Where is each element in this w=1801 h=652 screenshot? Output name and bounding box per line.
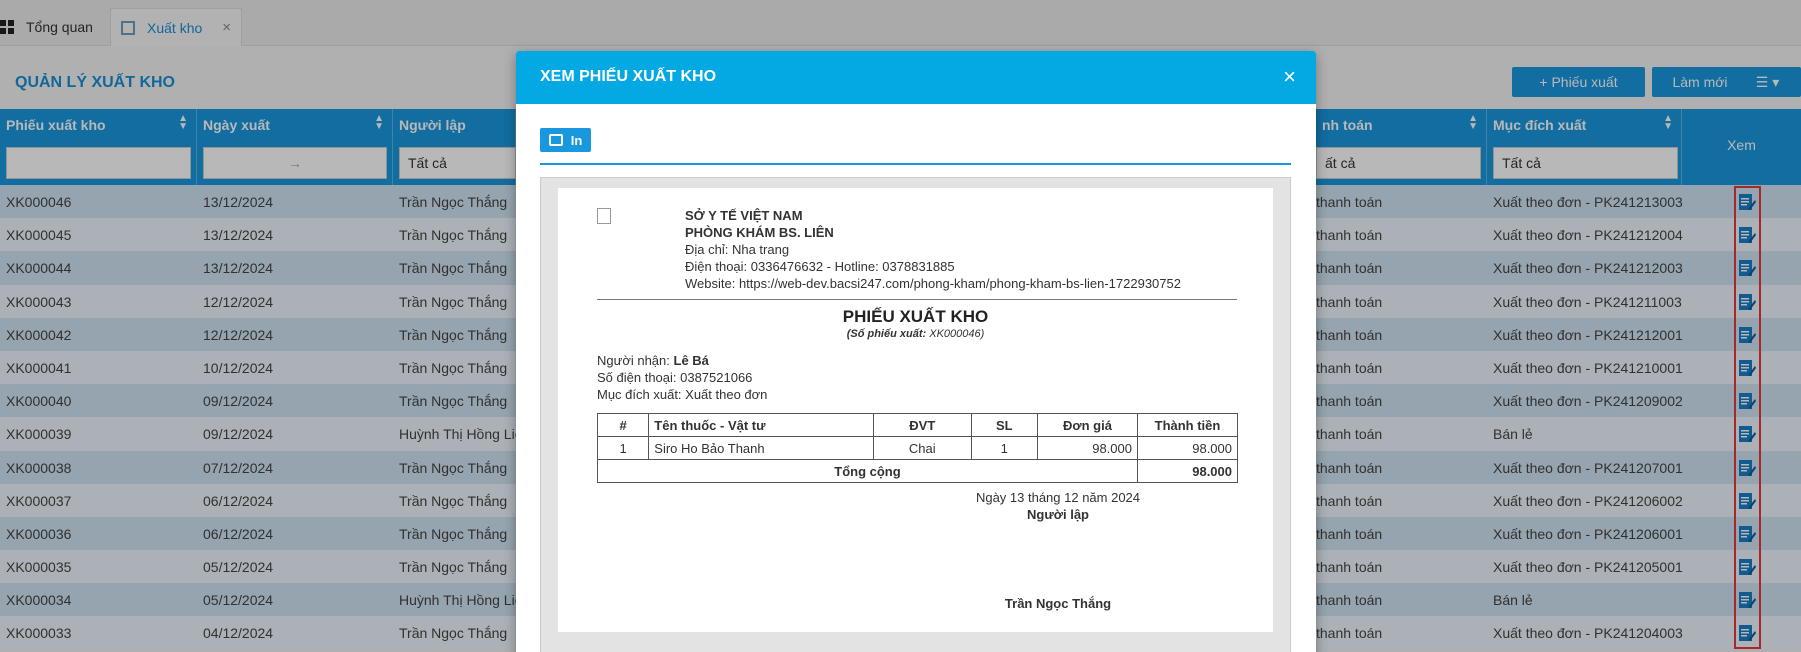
th-index: # [596, 413, 650, 437]
slip-number-value: XK000046) [929, 328, 985, 340]
clinic-logo [597, 208, 611, 224]
clinic-name: PHÒNG KHÁM BS. LIÊN [685, 225, 834, 240]
divider [540, 163, 1291, 165]
items-header-row: # Tên thuốc - Vật tư ĐVT SL Đơn giá Thàn… [596, 413, 1239, 437]
modal-title: XEM PHIẾU XUẤT KHO [540, 68, 717, 85]
clinic-address: Địa chỉ: Nha trang [685, 242, 790, 257]
th-name: Tên thuốc - Vật tư [648, 413, 875, 437]
clinic-website: Website: https://web-dev.bacsi247.com/ph… [685, 276, 1181, 291]
th-price: Đơn giá [1037, 413, 1138, 437]
total-value: 98.000 [1136, 459, 1239, 483]
modal-header: XEM PHIẾU XUẤT KHO × [516, 51, 1316, 104]
item-unit: Chai [873, 436, 972, 460]
items-table: # Tên thuốc - Vật tư ĐVT SL Đơn giá Thàn… [596, 413, 1239, 483]
close-icon[interactable]: × [1283, 64, 1296, 90]
th-amount: Thành tiền [1136, 413, 1239, 437]
sign-role: Người lập [1027, 507, 1089, 522]
th-unit: ĐVT [873, 413, 972, 437]
item-index: 1 [596, 436, 650, 460]
total-row: Tổng cộng 98.000 [597, 459, 1239, 483]
clinic-dept: SỞ Y TẾ VIỆT NAM [685, 208, 803, 223]
slip-title: PHIẾU XUẤT KHO [842, 307, 989, 326]
total-label: Tổng cộng [597, 459, 1138, 483]
print-preview: SỞ Y TẾ VIỆT NAM PHÒNG KHÁM BS. LIÊN Địa… [540, 177, 1291, 652]
item-row: 1 Siro Ho Bảo Thanh Chai 1 98.000 98.000 [596, 436, 1239, 460]
print-button-label: In [570, 132, 583, 148]
th-qty: SL [970, 413, 1039, 437]
header-rule [597, 299, 1237, 300]
item-price: 98.000 [1037, 436, 1138, 460]
clinic-phone: Điện thoại: 0336476632 - Hotline: 037883… [685, 259, 955, 274]
receiver-line: Người nhận: Lê Bá [597, 352, 767, 369]
view-export-modal: XEM PHIẾU XUẤT KHO × In SỞ Y TẾ VIỆT NAM… [516, 51, 1316, 652]
printer-icon [548, 134, 563, 146]
sign-name: Trần Ngọc Thắng [1004, 596, 1112, 611]
item-amount: 98.000 [1136, 436, 1239, 460]
sign-date: Ngày 13 tháng 12 năm 2024 [975, 490, 1141, 505]
receiver-label: Người nhận: [597, 353, 670, 368]
receiver-name: Lê Bá [673, 353, 709, 368]
print-button[interactable]: In [540, 128, 591, 152]
phone-line: Số điện thoại: 0387521066 [597, 370, 753, 385]
slip-info: Người nhận: Lê Bá Số điện thoại: 0387521… [597, 352, 767, 403]
clinic-info: SỞ Y TẾ VIỆT NAM PHÒNG KHÁM BS. LIÊN Địa… [685, 207, 1181, 292]
item-name: Siro Ho Bảo Thanh [648, 436, 875, 460]
export-slip: SỞ Y TẾ VIỆT NAM PHÒNG KHÁM BS. LIÊN Địa… [558, 188, 1273, 632]
purpose-line: Mục đích xuất: Xuất theo đơn [597, 387, 768, 402]
item-qty: 1 [970, 436, 1039, 460]
slip-number-label: (Số phiếu xuất: [846, 328, 927, 340]
slip-number: (Số phiếu xuất: XK000046) [558, 328, 1273, 340]
